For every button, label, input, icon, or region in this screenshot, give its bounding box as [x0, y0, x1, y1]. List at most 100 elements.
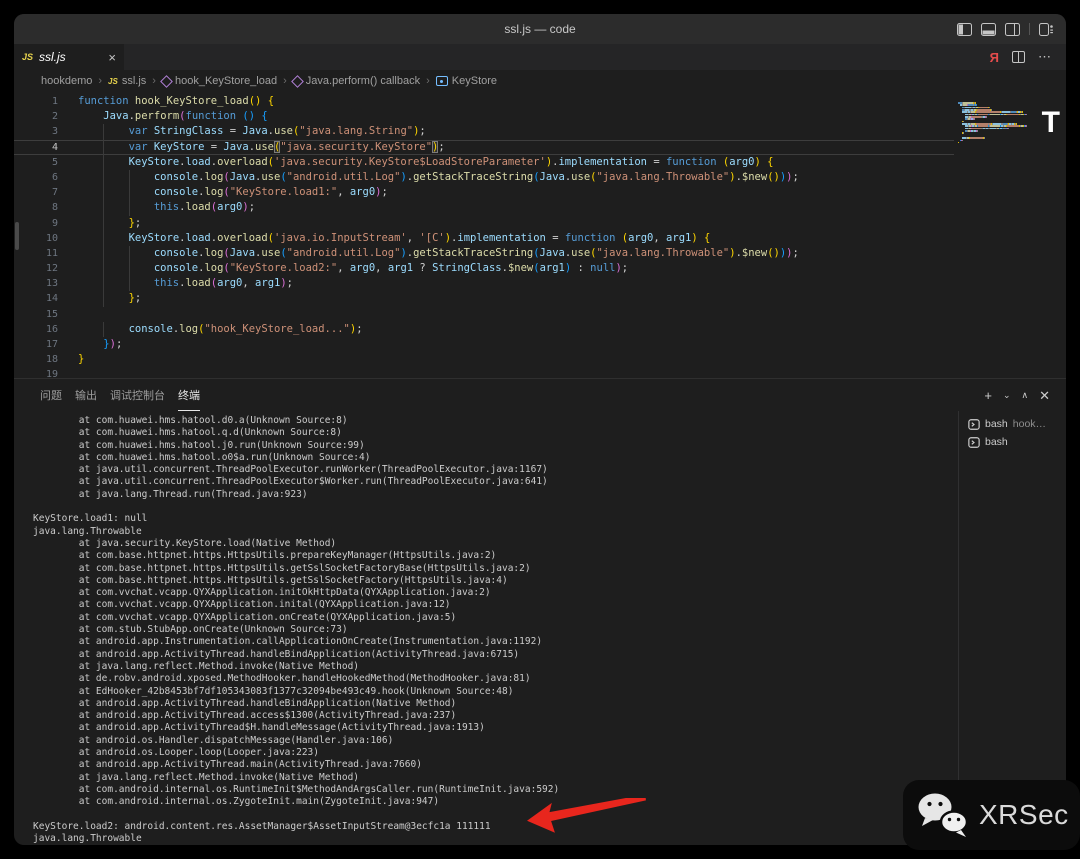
tab-bar: JS ssl.js × Я ⋯ [14, 44, 1066, 70]
terminal-line: at com.base.httpnet.https.HttpsUtils.get… [33, 574, 508, 586]
line-number: 19 [45, 369, 58, 378]
run-extension-icon[interactable]: Я [990, 50, 999, 65]
breadcrumb-label: hook_KeyStore_load [174, 75, 278, 87]
maximize-panel-icon[interactable]: ∧ [1022, 390, 1029, 400]
xrsec-watermark: XRSec [903, 780, 1080, 850]
tab-ssl-js[interactable]: JS ssl.js × [14, 44, 125, 70]
code-line[interactable]: 7 console.log("KeyStore.load1:", arg0); [14, 185, 954, 200]
line-number: 11 [45, 247, 58, 259]
javascript-file-icon: JS [22, 52, 34, 62]
terminal-line: at android.app.ActivityThread.handleBind… [33, 697, 457, 709]
symbol-method-icon [160, 74, 173, 88]
code-line[interactable]: 11 console.log(Java.use("android.util.Lo… [14, 246, 954, 261]
line-number: 3 [51, 126, 58, 138]
terminal-name: bash [985, 418, 1008, 430]
terminal-dropdown-icon[interactable]: ⌄ [1003, 390, 1011, 400]
red-annotation-arrow [527, 798, 646, 833]
layout-sidebar-left-icon[interactable] [957, 22, 972, 36]
code-text: KeyStore.load.overload('java.security.Ke… [78, 155, 774, 170]
code-line[interactable]: 9 }; [14, 216, 954, 231]
code-line[interactable]: 6 console.log(Java.use("android.util.Log… [14, 170, 954, 185]
terminal-line: at com.huawei.hms.hatool.j0.run(Unknown … [33, 439, 365, 451]
terminal-icon [968, 418, 980, 430]
watermark-letter-t: T [1041, 106, 1060, 139]
terminal-line: at de.robv.android.xposed.MethodHooker.h… [33, 673, 531, 685]
breadcrumb-label: KeyStore [451, 75, 498, 87]
breadcrumb-item[interactable]: Java.perform() callback [290, 74, 420, 88]
terminal-name: bash [985, 436, 1008, 448]
line-number: 7 [51, 187, 58, 199]
terminal-output[interactable]: at com.huawei.hms.hatool.d0.a(Unknown So… [14, 411, 946, 845]
code-editor[interactable]: 1 function hook_KeyStore_load() {2 Java.p… [14, 92, 1066, 378]
customize-layout-icon[interactable] [1039, 22, 1054, 36]
code-line[interactable]: 17 }); [14, 337, 954, 352]
activitybar-drag-handle[interactable] [15, 222, 19, 250]
titlebar: ssl.js — code [14, 14, 1066, 44]
new-terminal-icon[interactable]: + [984, 389, 992, 402]
breadcrumb-item[interactable]: KeyStore [435, 75, 498, 87]
terminal-line: at com.stub.StubApp.onCreate(Unknown Sou… [33, 624, 348, 636]
breadcrumb-label: ssl.js [121, 75, 147, 87]
more-actions-icon[interactable]: ⋯ [1038, 49, 1052, 65]
symbol-variable-icon [435, 76, 448, 86]
terminal-line: at android.os.Looper.loop(Looper.java:22… [33, 747, 319, 759]
panel-tab-item[interactable]: 问题 [40, 379, 62, 411]
terminal-line: at com.base.httpnet.https.HttpsUtils.pre… [33, 550, 497, 562]
terminal-line: at com.android.internal.os.ZygoteInit.ma… [33, 796, 440, 808]
tab-label: ssl.js [39, 50, 66, 64]
code-text: }; [78, 216, 142, 231]
bottom-panel: 问题 输出 调试控制台 终端 + ⌄ ∧ ✕ at com.huawei.hms.ha… [14, 378, 1066, 845]
code-line[interactable]: 8 this.load(arg0); [14, 200, 954, 215]
code-line[interactable]: 19 [14, 367, 954, 378]
line-number: 2 [51, 111, 58, 123]
line-number: 4 [51, 141, 58, 153]
panel-tab-terminal-active[interactable]: 终端 [178, 379, 200, 411]
terminal-line: at java.security.KeyStore.load(Native Me… [33, 537, 337, 549]
terminal-line: KeyStore.load1: null [33, 513, 148, 525]
code-line[interactable]: 2 Java.perform(function () { [14, 109, 954, 124]
line-number: 12 [45, 263, 58, 275]
panel-tab-item[interactable]: 调试控制台 [110, 379, 165, 411]
line-number: 17 [45, 339, 58, 350]
split-editor-icon[interactable] [1012, 51, 1025, 63]
code-area[interactable]: 1 function hook_KeyStore_load() {2 Java.p… [14, 92, 1066, 378]
code-line[interactable]: 10 KeyStore.load.overload('java.io.Input… [14, 231, 954, 246]
breadcrumb-item[interactable]: hookdemo [41, 75, 92, 87]
terminal-line: at java.util.concurrent.ThreadPoolExecut… [33, 476, 548, 488]
code-line[interactable]: 14 }; [14, 291, 954, 306]
terminal-tab-row[interactable]: bash hook… [968, 415, 1062, 433]
terminal-panel: at com.huawei.hms.hatool.d0.a(Unknown So… [14, 411, 1066, 845]
minimap[interactable] [958, 102, 1050, 147]
line-number: 16 [45, 323, 58, 335]
terminal-instance-list: bash hook… bash [968, 415, 1062, 451]
layout-panel-icon[interactable] [981, 22, 996, 36]
terminal-line: at java.util.concurrent.ThreadPoolExecut… [33, 464, 548, 476]
layout-sidebar-right-icon[interactable] [1005, 22, 1020, 36]
panel-tab-item[interactable]: 输出 [75, 379, 97, 411]
code-line[interactable]: 16 console.log("hook_KeyStore_load..."); [14, 322, 954, 337]
code-line[interactable]: 18} [14, 352, 954, 367]
code-line[interactable]: 15 [14, 307, 954, 322]
titlebar-separator [1029, 23, 1030, 35]
code-line[interactable]: 5 KeyStore.load.overload('java.security.… [14, 155, 954, 170]
terminal-tab-row[interactable]: bash [968, 433, 1062, 451]
code-line[interactable]: 3 var StringClass = Java.use("java.lang.… [14, 124, 954, 139]
terminal-line: at android.app.ActivityThread.handleBind… [33, 648, 520, 660]
code-line[interactable]: 12 console.log("KeyStore.load2:", arg0, … [14, 261, 954, 276]
close-panel-icon[interactable]: ✕ [1039, 389, 1050, 402]
tab-close-icon[interactable]: × [108, 51, 116, 64]
code-line[interactable]: 4 var KeyStore = Java.use("java.security… [14, 140, 954, 155]
code-line[interactable]: 1 function hook_KeyStore_load() { [14, 94, 954, 109]
terminal-line: at android.os.Handler.dispatchMessage(Ha… [33, 734, 394, 746]
line-number: 10 [45, 232, 58, 244]
breadcrumb: hookdemo › JS ssl.js › hook_KeyStore_load › Jav… [14, 70, 1066, 92]
terminal-line: at com.android.internal.os.RuntimeInit$M… [33, 783, 560, 795]
line-number: 14 [45, 293, 58, 305]
breadcrumb-item[interactable]: hook_KeyStore_load [160, 74, 278, 88]
code-line[interactable]: 13 this.load(arg0, arg1); [14, 276, 954, 291]
code-text: function hook_KeyStore_load() { [78, 95, 275, 107]
line-number: 8 [51, 202, 58, 214]
code-text: var KeyStore = Java.use("java.security.K… [78, 140, 445, 155]
breadcrumb-item[interactable]: JS ssl.js [108, 75, 146, 87]
